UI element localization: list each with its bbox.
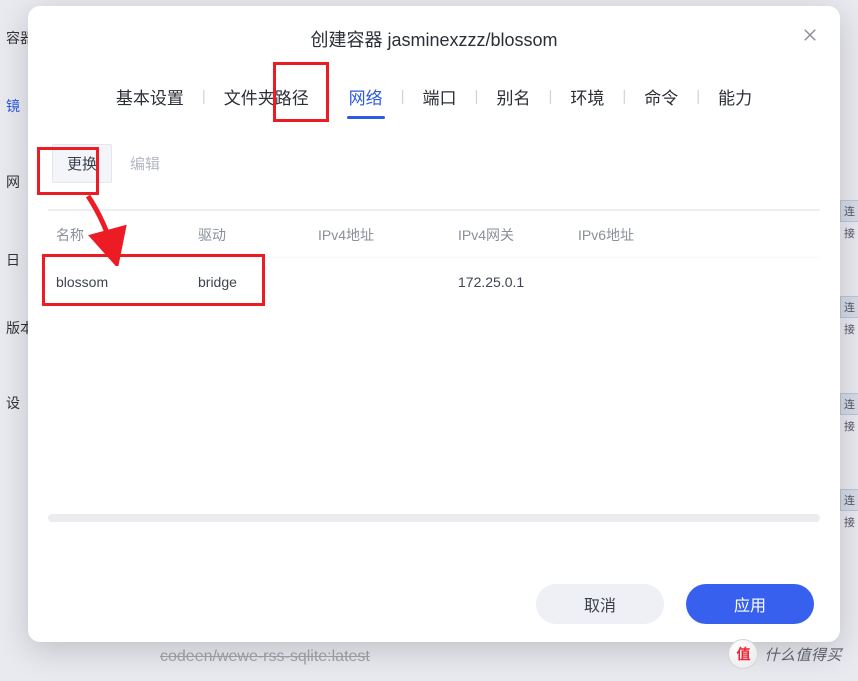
bg-text: 网 xyxy=(6,172,20,192)
col-header-ipv4gw: IPv4网关 xyxy=(458,225,578,245)
tab-separator: | xyxy=(696,88,700,105)
modal-footer: 取消 应用 xyxy=(28,570,840,642)
tab-separator: | xyxy=(327,88,331,105)
tab-separator: | xyxy=(401,88,405,105)
watermark-text: 什么值得买 xyxy=(764,644,842,665)
cell-ipv4 xyxy=(318,274,458,290)
action-row: 更换 编辑 xyxy=(48,130,820,211)
tab-alias[interactable]: 别名 xyxy=(494,80,532,113)
tab-folders[interactable]: 文件夹路径 xyxy=(222,80,311,113)
tab-network[interactable]: 网络 xyxy=(347,80,385,113)
col-header-driver: 驱动 xyxy=(198,225,318,245)
col-header-ipv4: IPv4地址 xyxy=(318,225,458,245)
tab-separator: | xyxy=(475,88,479,105)
edit-button: 编辑 xyxy=(130,153,160,174)
table-row[interactable]: blossom bridge 172.25.0.1 xyxy=(48,258,820,306)
tab-ports[interactable]: 端口 xyxy=(421,80,459,113)
cell-driver: bridge xyxy=(198,274,318,290)
tab-separator: | xyxy=(202,88,206,105)
tab-basic[interactable]: 基本设置 xyxy=(114,80,186,113)
tab-capabilities[interactable]: 能力 xyxy=(716,80,754,113)
tab-command[interactable]: 命令 xyxy=(642,80,680,113)
create-container-modal: 创建容器 jasminexzzz/blossom 基本设置 | 文件夹路径 | … xyxy=(28,6,840,642)
modal-header: 创建容器 jasminexzzz/blossom xyxy=(28,6,840,62)
close-button[interactable] xyxy=(798,26,822,50)
bg-text: 镜 xyxy=(6,96,20,116)
bg-right-tag: 连接 xyxy=(840,296,858,318)
bg-text: 日 xyxy=(6,250,20,270)
col-header-name: 名称 xyxy=(48,225,198,245)
tab-separator: | xyxy=(548,88,552,105)
horizontal-scrollbar[interactable] xyxy=(48,514,820,522)
modal-title: 创建容器 jasminexzzz/blossom xyxy=(28,26,840,52)
tab-env[interactable]: 环境 xyxy=(568,80,606,113)
bg-image-name: codeen/wewe-rss-sqlite:latest xyxy=(160,648,370,666)
bg-right-tag: 连接 xyxy=(840,393,858,415)
tab-separator: | xyxy=(622,88,626,105)
bg-right-tag: 连接 xyxy=(840,489,858,511)
modal-body: 更换 编辑 名称 驱动 IPv4地址 IPv4网关 IPv6地址 blossom… xyxy=(28,130,840,570)
tabs: 基本设置 | 文件夹路径 | 网络 | 端口 | 别名 | 环境 | 命令 | … xyxy=(28,62,840,130)
watermark-badge-icon: 值 xyxy=(728,639,758,669)
cancel-button[interactable]: 取消 xyxy=(536,584,664,624)
change-button[interactable]: 更换 xyxy=(52,144,112,183)
close-icon xyxy=(801,31,819,48)
apply-button[interactable]: 应用 xyxy=(686,584,814,624)
col-header-ipv6: IPv6地址 xyxy=(578,225,820,245)
bg-text: 设 xyxy=(6,393,20,413)
bg-right-tag: 连接 xyxy=(840,200,858,222)
table-header: 名称 驱动 IPv4地址 IPv4网关 IPv6地址 xyxy=(48,211,820,258)
cell-name: blossom xyxy=(48,274,198,290)
cell-ipv6 xyxy=(578,274,820,290)
watermark: 值 什么值得买 xyxy=(728,639,842,669)
cell-ipv4gw: 172.25.0.1 xyxy=(458,274,578,290)
